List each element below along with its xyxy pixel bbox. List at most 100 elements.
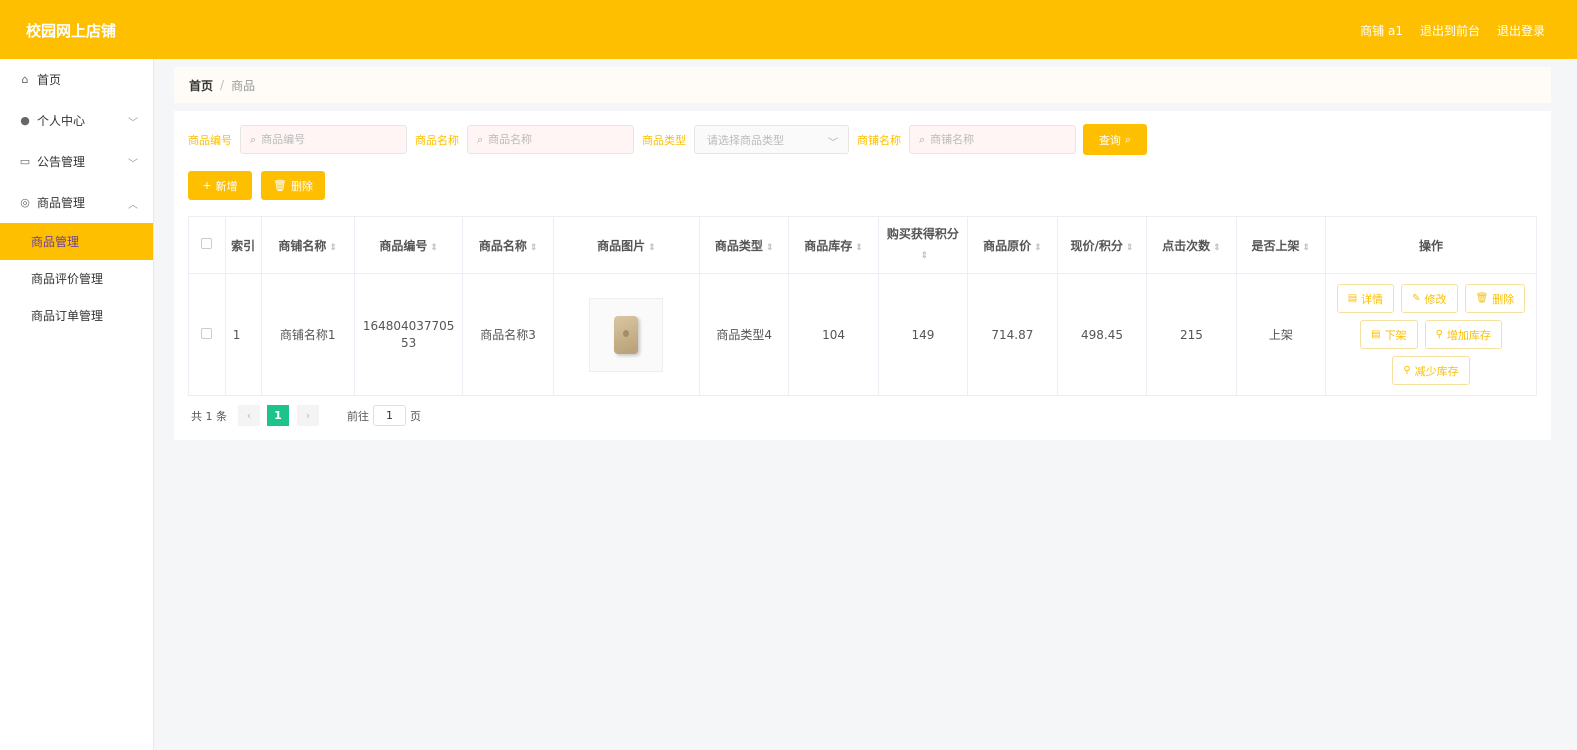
logout-link[interactable]: 退出登录 bbox=[1497, 22, 1545, 39]
col-label: 现价/积分 bbox=[1070, 238, 1123, 253]
delete-button-label: 删除 bbox=[290, 179, 313, 193]
product-code-label: 商品编号 bbox=[188, 133, 232, 147]
sidebar-item-home[interactable]: ⌂ 首页 bbox=[0, 59, 153, 100]
sidebar-item-label: 个人中心 bbox=[37, 114, 86, 128]
action-bar: + 新增 🗑 删除 bbox=[188, 171, 325, 200]
product-code-field: ⌕ bbox=[240, 125, 407, 154]
query-button-label: 查询 bbox=[1098, 133, 1121, 147]
cell-original-price: 714.87 bbox=[967, 273, 1058, 396]
sidebar-item-personal-center[interactable]: ● 个人中心 ﹀ bbox=[0, 100, 153, 141]
plus-icon: + bbox=[202, 179, 212, 192]
sort-icon: ⇕ bbox=[765, 242, 774, 253]
row-checkbox[interactable] bbox=[201, 327, 213, 339]
sort-icon: ⇕ bbox=[1034, 242, 1042, 253]
col-label: 商品类型 bbox=[714, 238, 763, 253]
edit-button-label: 修改 bbox=[1424, 292, 1447, 306]
shop-name-field: ⌕ bbox=[909, 125, 1076, 154]
decrease-stock-button[interactable]: ⚲ 减少库存 bbox=[1392, 356, 1470, 385]
col-label: 商铺名称 bbox=[278, 238, 327, 253]
breadcrumb-home[interactable]: 首页 bbox=[189, 77, 213, 94]
col-label: 是否上架 bbox=[1251, 238, 1300, 253]
search-filters: 商品编号 ⌕ 商品名称 ⌕ 商品类型 请选择商品类型 ﹀ 商铺名称 ⌕ 查询 ⌕ bbox=[188, 124, 1147, 155]
sidebar-item-notice-management[interactable]: ▭ 公告管理 ﹀ bbox=[0, 141, 153, 182]
trash-icon: 🗑 bbox=[273, 179, 287, 192]
product-type-select[interactable]: 请选择商品类型 ﹀ bbox=[694, 125, 849, 154]
product-name-label: 商品名称 bbox=[415, 133, 459, 147]
row-operations: ▤ 详情 ✎ 修改 🗑 删除 ▤ 下架 ⚲ 增加库存 ⚲ 减少库存 bbox=[1326, 284, 1536, 385]
col-purchase-points[interactable]: 购买获得积分 ⇕ bbox=[877, 216, 969, 274]
sort-icon: ⇕ bbox=[1125, 242, 1134, 253]
top-links: 商铺 a1 退出到前台 退出登录 bbox=[1360, 22, 1545, 39]
shop-name-input[interactable] bbox=[930, 133, 1041, 146]
search-icon: ⌕ bbox=[250, 132, 257, 146]
add-button[interactable]: + 新增 bbox=[188, 171, 252, 200]
col-original-price[interactable]: 商品原价 ⇕ bbox=[967, 216, 1058, 274]
edit-icon: ✎ bbox=[1412, 293, 1421, 304]
cell-on-shelf: 上架 bbox=[1235, 273, 1327, 396]
sort-icon: ⇕ bbox=[430, 242, 438, 253]
page-number[interactable]: 1 bbox=[267, 405, 289, 426]
col-product-name[interactable]: 商品名称 ⇕ bbox=[462, 216, 554, 274]
product-image[interactable] bbox=[589, 297, 664, 372]
batch-delete-button[interactable]: 🗑 删除 bbox=[261, 171, 325, 200]
col-label: 点击次数 bbox=[1162, 238, 1211, 253]
add-button-label: 新增 bbox=[215, 179, 238, 193]
sidebar-subitem-product-management[interactable]: 商品管理 bbox=[0, 223, 153, 260]
cell-shop-name: 商铺名称1 bbox=[260, 273, 355, 396]
goto-label: 前往 bbox=[347, 409, 369, 423]
product-name-field: ⌕ bbox=[467, 125, 634, 154]
col-operations: 操作 bbox=[1325, 216, 1537, 274]
off-shelf-button[interactable]: ▤ 下架 bbox=[1360, 320, 1418, 349]
col-shop-name[interactable]: 商铺名称 ⇕ bbox=[260, 216, 355, 274]
cell-current-price: 498.45 bbox=[1056, 273, 1148, 396]
user-icon: ● bbox=[20, 113, 30, 127]
total-count: 共 1 条 bbox=[191, 409, 227, 423]
sort-icon: ⇕ bbox=[648, 242, 656, 253]
col-index: 索引 bbox=[224, 216, 262, 274]
shop-name-label: 商铺名称 bbox=[857, 133, 901, 147]
shop-user-link[interactable]: 商铺 a1 bbox=[1360, 22, 1403, 39]
query-button[interactable]: 查询 ⌕ bbox=[1083, 124, 1147, 155]
sort-icon: ⇕ bbox=[920, 251, 929, 261]
sort-icon: ⇕ bbox=[855, 242, 863, 253]
cell-operations: ▤ 详情 ✎ 修改 🗑 删除 ▤ 下架 ⚲ 增加库存 ⚲ 减少库存 bbox=[1325, 273, 1537, 396]
exit-to-front-link[interactable]: 退出到前台 bbox=[1420, 22, 1480, 39]
prev-page-button[interactable]: ‹ bbox=[238, 405, 260, 426]
chevron-down-icon: ﹀ bbox=[128, 159, 138, 170]
product-type-placeholder: 请选择商品类型 bbox=[707, 133, 784, 147]
next-page-button[interactable]: › bbox=[297, 405, 319, 426]
detail-button-label: 详情 bbox=[1361, 292, 1384, 306]
notice-icon: ▭ bbox=[19, 154, 31, 168]
col-product-type[interactable]: 商品类型 ⇕ bbox=[699, 216, 790, 274]
chevron-down-icon: ﹀ bbox=[128, 118, 138, 129]
breadcrumb-current: 商品 bbox=[231, 78, 256, 93]
detail-button[interactable]: ▤ 详情 bbox=[1336, 284, 1395, 313]
edit-button[interactable]: ✎ 修改 bbox=[1401, 284, 1458, 313]
col-product-code[interactable]: 商品编号 ⇕ bbox=[353, 216, 464, 274]
increase-stock-button[interactable]: ⚲ 增加库存 bbox=[1424, 320, 1502, 349]
sort-icon: ⇕ bbox=[529, 242, 538, 253]
sidebar-subitem-product-order-management[interactable]: 商品订单管理 bbox=[0, 297, 153, 334]
cell-product-name: 商品名称3 bbox=[462, 273, 554, 396]
col-on-shelf[interactable]: 是否上架 ⇕ bbox=[1235, 216, 1327, 274]
breadcrumb-separator: / bbox=[220, 78, 225, 92]
col-product-image[interactable]: 商品图片 ⇕ bbox=[552, 216, 701, 274]
phone-product-image bbox=[614, 315, 639, 354]
product-code-input[interactable] bbox=[261, 133, 372, 146]
col-product-stock[interactable]: 商品库存 ⇕ bbox=[788, 216, 879, 274]
location-pin-icon: ⚲ bbox=[1435, 329, 1443, 340]
decrease-stock-button-label: 减少库存 bbox=[1414, 364, 1459, 378]
chevron-down-icon: ﹀ bbox=[828, 138, 838, 149]
sidebar-item-product-management[interactable]: ◎ 商品管理 ︿ bbox=[0, 182, 153, 223]
col-label: 商品名称 bbox=[478, 238, 527, 253]
goto-page-input[interactable] bbox=[373, 405, 406, 426]
select-all-checkbox[interactable] bbox=[201, 238, 213, 249]
product-name-input[interactable] bbox=[488, 133, 599, 146]
product-type-label: 商品类型 bbox=[642, 133, 686, 147]
search-icon: ⌕ bbox=[1124, 132, 1132, 146]
cell-purchase-points: 149 bbox=[877, 273, 969, 396]
col-click-count[interactable]: 点击次数 ⇕ bbox=[1146, 216, 1237, 274]
delete-button[interactable]: 🗑 删除 bbox=[1464, 284, 1526, 313]
sidebar-subitem-product-review-management[interactable]: 商品评价管理 bbox=[0, 260, 153, 297]
col-current-price[interactable]: 现价/积分 ⇕ bbox=[1056, 216, 1148, 274]
